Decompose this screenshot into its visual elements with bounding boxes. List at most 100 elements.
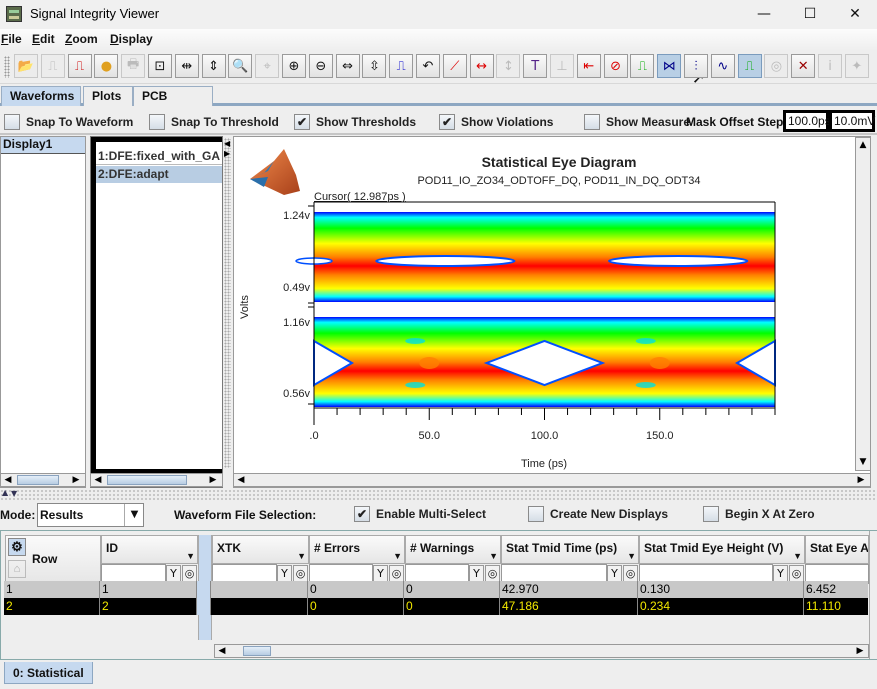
sort-dropdown-icon[interactable]: ▼ — [627, 551, 636, 561]
vertical-splitter[interactable]: ▲ ▼ — [0, 488, 877, 501]
sort-dropdown-icon[interactable]: ▼ — [793, 551, 802, 561]
scroll-up-icon[interactable]: ▲ — [857, 139, 869, 151]
waveform-setup-button[interactable]: ⎍ — [67, 54, 92, 78]
ground-button[interactable]: ⊥ — [550, 54, 574, 78]
plot-hscrollbar[interactable]: ◀ ▶ — [233, 473, 871, 487]
snap-to-threshold-checkbox[interactable]: Snap To Threshold — [149, 114, 279, 130]
digital-waveform-button[interactable]: ⎍ — [630, 54, 655, 78]
enable-multi-select-checkbox[interactable]: ✔ Enable Multi-Select — [354, 506, 486, 522]
scroll-thumb[interactable] — [17, 475, 59, 485]
tab-waveforms[interactable]: Waveforms — [1, 86, 81, 106]
info-button[interactable]: i — [818, 54, 842, 78]
tab-pcb-layout[interactable]: PCB Layout — [133, 86, 213, 121]
zoom-x-button[interactable]: ⇔ — [335, 54, 360, 78]
mask-time-step-field[interactable]: 100.0ps — [783, 110, 831, 132]
scroll-down-icon[interactable]: ▼ — [857, 456, 869, 468]
zoom-in-button[interactable]: ⊕ — [282, 54, 306, 78]
tab-statistical[interactable]: 0: Statistical — [4, 662, 93, 684]
split-up-icon[interactable]: ▲ — [2, 488, 8, 497]
snap-to-waveform-checkbox[interactable]: Snap To Waveform — [4, 114, 133, 130]
waveform-item-2[interactable]: 2:DFE:adapt — [96, 166, 222, 183]
column-header-tmid-eye-height[interactable]: Stat Tmid Eye Height (V) ▼ — [639, 535, 805, 564]
measure-horizontal-button[interactable]: ↔ — [469, 54, 494, 78]
minimize-button[interactable]: — — [741, 0, 787, 29]
menu-display[interactable]: Display — [110, 32, 153, 46]
show-thresholds-checkbox[interactable]: ✔ Show Thresholds — [294, 114, 416, 130]
sort-dropdown-icon[interactable]: ▼ — [489, 551, 498, 561]
column-header-warnings[interactable]: # Warnings ▼ — [405, 535, 501, 564]
eye-diagram-chart[interactable]: Statistical Eye Diagram POD11_IO_ZO34_OD… — [234, 137, 854, 471]
zoom-fit-x-button[interactable]: ⇹ — [174, 54, 199, 78]
table-hscrollbar[interactable]: ◀ ▶ — [214, 644, 869, 658]
open-button[interactable]: 📂 — [14, 54, 38, 78]
bus-waveform-button[interactable]: ⎍ — [737, 54, 762, 78]
table-row[interactable]: 2 2 0 0 47.186 0.234 11.110 — [4, 598, 868, 615]
sort-dropdown-icon[interactable]: ▼ — [393, 551, 402, 561]
zoom-previous-button[interactable]: ↶ — [416, 54, 440, 78]
zoom-out-button[interactable]: ⊖ — [308, 54, 333, 78]
maximize-button[interactable]: ☐ — [787, 0, 833, 29]
scroll-left-icon[interactable]: ◀ — [3, 474, 13, 486]
scroll-left-icon[interactable]: ◀ — [217, 645, 227, 657]
analog-waveform-button[interactable]: ∿ — [710, 54, 735, 78]
chevron-down-icon[interactable]: ▼ — [124, 504, 144, 526]
zoom-waveform-button[interactable]: ⎍ — [389, 54, 414, 78]
sort-dropdown-icon[interactable]: ▼ — [186, 551, 195, 561]
measure-vertical-button[interactable]: ↕ — [496, 54, 521, 78]
load-waveform-button[interactable]: ⎍ — [40, 54, 65, 78]
scroll-left-icon[interactable]: ◀ — [236, 474, 246, 486]
scroll-right-icon[interactable]: ▶ — [71, 474, 81, 486]
zoom-fit-button[interactable]: ⊡ — [148, 54, 172, 78]
mask-voltage-step-field[interactable]: 10.0mV — [829, 110, 875, 132]
show-violations-checkbox[interactable]: ✔ Show Violations — [439, 114, 553, 130]
zoom-y-button[interactable]: ⇳ — [362, 54, 387, 78]
tab-plots[interactable]: Plots — [83, 86, 133, 106]
color-wheel-button[interactable]: ● — [94, 54, 119, 78]
zoom-fit-y-button[interactable]: ⇕ — [201, 54, 226, 78]
home-icon[interactable]: ⌂ — [8, 560, 26, 578]
table-row[interactable]: 1 1 0 0 42.970 0.130 6.452 — [4, 581, 868, 598]
column-header-xtk[interactable]: XTK ▼ — [212, 535, 309, 564]
menu-zoom[interactable]: Zoom — [65, 32, 98, 46]
column-header-row[interactable]: ⚙ ⌂ Row — [5, 535, 101, 584]
scroll-right-icon[interactable]: ▶ — [208, 474, 218, 486]
column-header-id[interactable]: ID ▼ — [101, 535, 198, 564]
create-new-displays-checkbox[interactable]: Create New Displays — [528, 506, 668, 522]
sparkle-button[interactable]: ✦ — [844, 54, 869, 78]
scroll-left-icon[interactable]: ◀ — [93, 474, 103, 486]
panel-splitter[interactable]: ◀ ▶ — [224, 138, 231, 468]
split-down-icon[interactable]: ▼ — [11, 489, 17, 498]
expand-right-icon[interactable]: ▶ — [224, 148, 230, 160]
xy-probe-button[interactable]: ⌖ — [255, 54, 280, 78]
show-measure-checkbox[interactable]: Show Measure — [584, 114, 691, 130]
column-header-eye-area[interactable]: Stat Eye Ar — [805, 535, 869, 564]
display-list-hscrollbar[interactable]: ◀ ▶ — [0, 473, 86, 487]
marker-left-button[interactable]: ⇤ — [576, 54, 601, 78]
close-button[interactable]: ✕ — [832, 0, 877, 29]
text-report-button[interactable]: T — [523, 54, 548, 78]
table-vscrollbar[interactable] — [869, 531, 877, 659]
measure-delta-button[interactable]: ⟋ — [442, 54, 467, 78]
sort-dropdown-icon[interactable]: ▼ — [297, 551, 306, 561]
column-header-tmid-time[interactable]: Stat Tmid Time (ps) ▼ — [501, 535, 639, 564]
display-list-item[interactable]: Display1 — [1, 137, 85, 154]
eye-diagram-button[interactable]: ⋈ — [657, 54, 682, 78]
waveform-item-1[interactable]: 1:DFE:fixed_with_GA — [96, 148, 222, 165]
waveform-list-hscrollbar[interactable]: ◀ ▶ — [90, 473, 223, 487]
scroll-right-icon[interactable]: ▶ — [855, 645, 865, 657]
menu-file[interactable]: File — [1, 32, 22, 46]
statistics-button[interactable]: ⫶ — [684, 54, 708, 78]
delete-button[interactable]: ✕ — [791, 54, 816, 78]
no-cycle-button[interactable]: ⊘ — [603, 54, 628, 78]
scroll-thumb[interactable] — [107, 475, 187, 485]
scroll-thumb[interactable] — [243, 646, 271, 656]
print-button[interactable]: 🖶 — [121, 54, 146, 78]
begin-x-at-zero-checkbox[interactable]: Begin X At Zero — [703, 506, 815, 522]
column-header-errors[interactable]: # Errors ▼ — [309, 535, 405, 564]
scroll-right-icon[interactable]: ▶ — [856, 474, 866, 486]
target-button[interactable]: ◎ — [764, 54, 789, 78]
plot-vscrollbar[interactable]: ▲ ▼ — [855, 137, 871, 471]
mode-select[interactable]: Results ▼ — [37, 503, 144, 527]
gear-icon[interactable]: ⚙ — [8, 538, 26, 556]
magnify-button[interactable]: 🔍 — [228, 54, 253, 78]
